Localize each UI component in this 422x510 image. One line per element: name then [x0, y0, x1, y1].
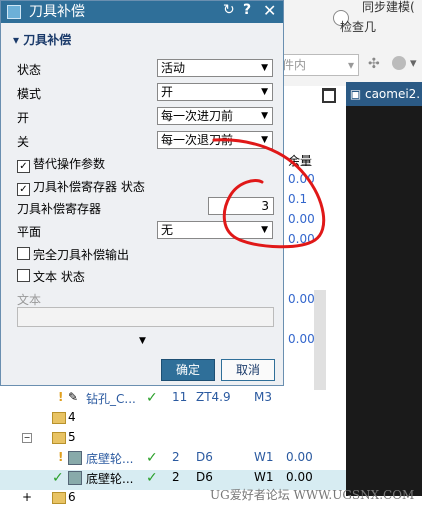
watermark: UG爱好者论坛 WWW.UGSNX.COM: [210, 488, 415, 502]
red-annotation-marking: [212, 138, 326, 249]
